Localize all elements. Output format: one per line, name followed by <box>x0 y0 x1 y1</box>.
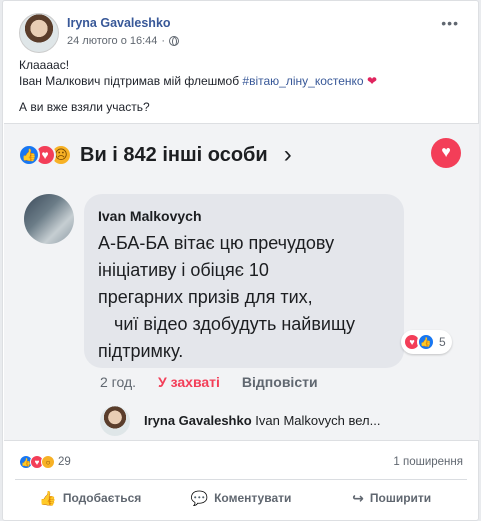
reaction-count[interactable]: 29 <box>58 456 71 468</box>
author-name[interactable]: Iryna Gavaleshko <box>67 16 171 30</box>
comment-line: А-БА-БА вітає цю пречудову <box>98 233 335 253</box>
love-icon[interactable]: ♥ <box>431 138 461 168</box>
post-timestamp[interactable]: 24 лютого о 16:44 <box>67 35 157 47</box>
like-icon: 👍 <box>39 489 57 506</box>
comment-reply-label: Відповісти <box>241 374 318 390</box>
chevron-right-icon: › <box>283 141 292 168</box>
comment-time: 2 год. <box>100 374 137 390</box>
post-line: А ви вже взяли участь? <box>19 100 150 114</box>
reply-text: Iryna Gavaleshko Ivan Malkovych вел... <box>144 413 380 428</box>
post-line: Іван Малкович підтримав мій флешмоб #віт… <box>19 74 377 88</box>
post-meta: 24 лютого о 16:44 · <box>67 35 180 47</box>
reply-preview: Iryna Gavaleshko Ivan Malkovych вел... <box>100 406 470 436</box>
comment-actions: 2 год. У захваті Відповісти <box>100 374 318 390</box>
more-options-icon[interactable]: ••• <box>441 15 459 31</box>
shares-count[interactable]: 1 поширення <box>393 456 463 468</box>
post-header: Iryna Gavaleshko 24 лютого о 16:44 · ••• <box>19 13 459 53</box>
like-icon: 👍 <box>18 144 40 166</box>
comment-author: Ivan Malkovych <box>98 208 202 224</box>
comment-line: прегарних призів для тих, <box>98 287 313 307</box>
post-text: Клаааас! Іван Малкович підтримав мій фле… <box>19 57 459 115</box>
wow-icon: ○ <box>41 455 55 469</box>
post-reaction-summary: 👍 ♥ ○ 29 1 поширення <box>19 453 463 471</box>
like-button[interactable]: 👍 Подобається <box>15 483 166 513</box>
comment-bubble: Ivan Malkovych А-БА-БА вітає цю пречудов… <box>84 194 404 368</box>
reaction-summary-label: Ви і 842 інші особи <box>80 143 268 166</box>
comment-reacted-label: У захваті <box>158 374 220 390</box>
comment-label: Коментувати <box>214 491 292 505</box>
share-label: Поширити <box>369 491 432 505</box>
reply-snippet: Ivan Malkovych вел... <box>255 413 381 428</box>
comment-icon: 💬 <box>190 489 209 506</box>
globe-icon <box>169 36 180 46</box>
comment-line: підтримку. <box>98 341 184 361</box>
comment-line: ініціативу і обіцяє 10 <box>98 260 269 280</box>
commenter-avatar <box>24 194 74 244</box>
reply-author: Iryna Gavaleshko <box>144 413 252 428</box>
like-icon: 👍 <box>417 333 435 351</box>
comment-text: А-БА-БА вітає цю пречудову ініціативу і … <box>98 230 390 365</box>
comment-reaction-count: 5 <box>439 335 446 349</box>
author-avatar[interactable] <box>19 13 59 53</box>
post-line: Клаааас! <box>19 58 70 72</box>
like-label: Подобається <box>62 491 142 505</box>
comment-reactions: ♥ 👍 5 <box>401 330 452 354</box>
shared-comment-screenshot[interactable]: 👍 ♥ ☹ Ви і 842 інші особи › ♥ Ivan Malko… <box>4 123 479 441</box>
comment-button[interactable]: 💬 Коментувати <box>166 483 317 513</box>
share-icon: ↪ <box>352 489 364 506</box>
comment-line: чиї відео здобудуть найвищу <box>114 314 355 334</box>
reaction-summary[interactable]: 👍 ♥ ☹ Ви і 842 інші особи › <box>18 140 292 170</box>
post-card: Iryna Gavaleshko 24 лютого о 16:44 · •••… <box>2 0 479 521</box>
reply-avatar <box>100 406 130 436</box>
post-actions: 👍 Подобається 💬 Коментувати ↪ Поширити <box>15 483 467 513</box>
hashtag-link[interactable]: #вітаю_ліну_костенко <box>242 74 363 88</box>
divider <box>15 479 467 480</box>
share-button[interactable]: ↪ Поширити <box>316 483 467 513</box>
heart-emoji: ❤ <box>366 74 377 88</box>
